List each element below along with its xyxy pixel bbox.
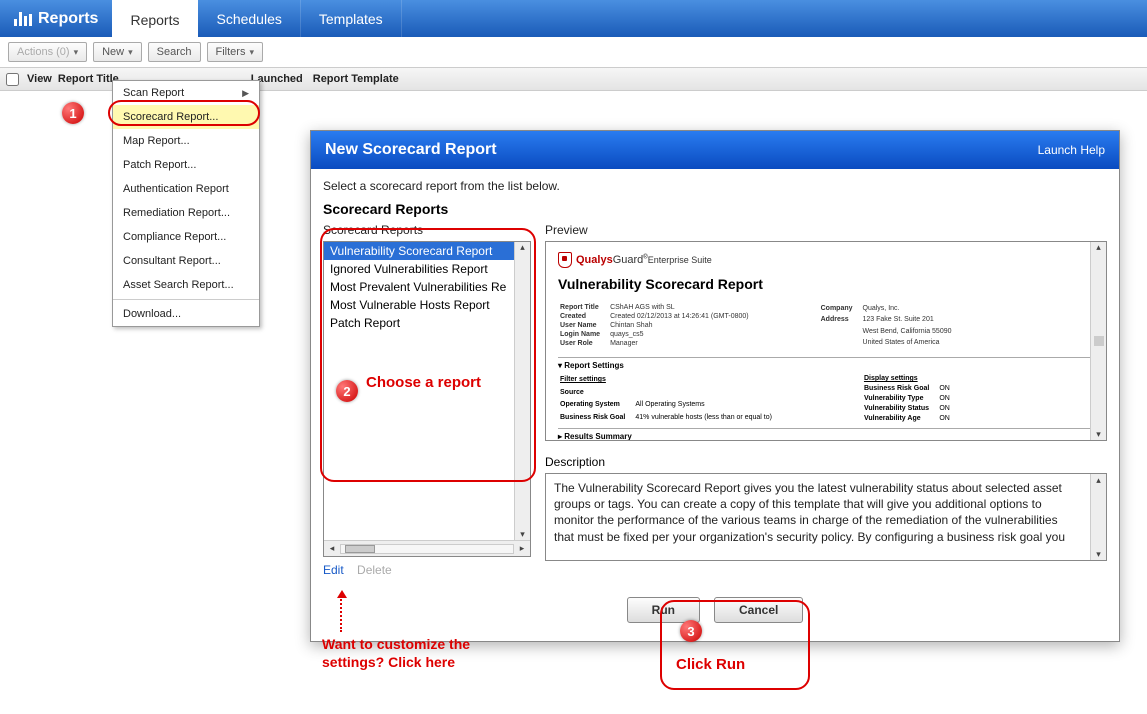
menu-map-report[interactable]: Map Report... [113,129,259,153]
bars-icon [14,12,32,26]
menu-compliance-report[interactable]: Compliance Report... [113,225,259,249]
preview-section-report-settings: ▾ Report Settings [558,357,1094,370]
new-button[interactable]: New▾ [93,42,142,62]
toolbar: Actions (0)▾ New▾ Search Filters▾ [0,37,1147,67]
shield-icon [558,252,572,268]
filter-settings-table: Filter settings Source Operating SystemA… [558,373,782,425]
preview-section-results-summary: ▸ Results Summary [558,428,1094,441]
modal-title: New Scorecard Report [325,141,497,159]
section-heading: Scorecard Reports [323,201,1107,217]
annot-choose-report: Choose a report [366,374,486,393]
modal-subtitle: Select a scorecard report from the list … [323,179,1107,193]
col-report-title[interactable]: Report Title [58,73,119,85]
annot-badge-1: 1 [62,102,84,124]
col-report-template[interactable]: Report Template [313,73,399,85]
annot-ring-3 [660,600,810,690]
tab-templates[interactable]: Templates [301,0,402,37]
chevron-down-icon: ▾ [128,47,133,58]
annot-ring-2 [320,228,536,482]
preview-meta-left: Report TitleCShAH AGS with SL CreatedCre… [558,302,759,349]
col-view[interactable]: View [27,73,52,85]
list-actions: Edit Delete [323,563,531,577]
annot-click-run: Click Run [676,656,745,675]
search-button[interactable]: Search [148,42,201,62]
app-title: Reports [0,0,112,37]
annot-arrow-edit [340,596,342,632]
menu-remediation-report[interactable]: Remediation Report... [113,201,259,225]
menu-patch-report[interactable]: Patch Report... [113,153,259,177]
tab-schedules[interactable]: Schedules [198,0,300,37]
preview-label: Preview [545,223,1107,237]
chevron-down-icon: ▾ [74,47,79,58]
annot-customize: Want to customize the settings? Click he… [322,636,522,671]
vertical-scrollbar[interactable]: ▴▾ [1090,474,1106,560]
select-all-checkbox[interactable] [6,73,19,86]
qualysguard-logo: QualysGuard®Enterprise Suite [558,252,1094,268]
description-text: The Vulnerability Scorecard Report gives… [554,480,1098,545]
menu-consultant-report[interactable]: Consultant Report... [113,249,259,273]
preview-meta-right: CompanyQualys, Inc. Address123 Fake St. … [819,302,962,349]
tab-reports[interactable]: Reports [112,0,198,37]
filters-button[interactable]: Filters▾ [207,42,263,62]
edit-link[interactable]: Edit [323,563,344,577]
display-settings-table: Display settings Business Risk GoalON Vu… [862,373,960,425]
preview-title: Vulnerability Scorecard Report [558,276,1094,292]
annot-badge-3: 3 [680,620,702,642]
description-box: ▴▾ The Vulnerability Scorecard Report gi… [545,473,1107,561]
annot-ring-1 [108,100,260,126]
menu-asset-search-report[interactable]: Asset Search Report... [113,273,259,297]
menu-auth-report[interactable]: Authentication Report [113,177,259,201]
modal-header: New Scorecard Report Launch Help [311,131,1119,169]
chevron-right-icon: ▶ [242,88,249,99]
annot-badge-2: 2 [336,380,358,402]
top-nav: Reports Reports Schedules Templates [0,0,1147,37]
delete-link: Delete [357,563,392,577]
menu-download[interactable]: Download... [113,302,259,326]
horizontal-scrollbar[interactable]: ◂▸ [324,540,530,556]
preview-pane: ▴▾ QualysGuard®Enterprise Suite Vulnerab… [545,241,1107,441]
app-title-text: Reports [38,10,98,28]
launch-help-link[interactable]: Launch Help [1038,143,1105,157]
vertical-scrollbar[interactable]: ▴▾ [1090,242,1106,440]
actions-button[interactable]: Actions (0)▾ [8,42,87,62]
chevron-down-icon: ▾ [249,47,254,58]
menu-separator [113,299,259,300]
description-label: Description [545,455,1107,469]
